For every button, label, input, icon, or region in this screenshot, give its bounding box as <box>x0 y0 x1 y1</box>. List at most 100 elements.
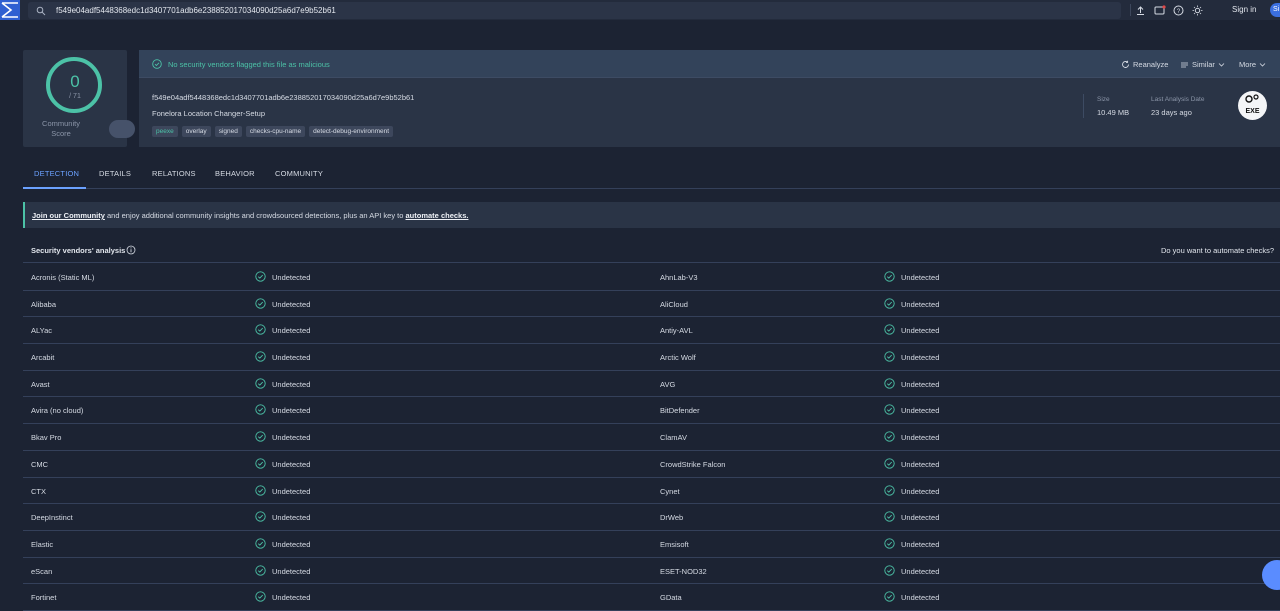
file-hash[interactable]: f549e04adf5448368edc1d3407701adb6e238852… <box>152 93 414 102</box>
vendor-name: ClamAV <box>660 433 687 443</box>
vendor-status: Undetected <box>272 593 311 603</box>
vendor-status: Undetected <box>901 433 940 443</box>
file-type-badge: EXE <box>1238 91 1267 120</box>
vendor-name: GData <box>660 593 682 603</box>
check-circle-icon <box>255 298 266 309</box>
vendor-name: Emsisoft <box>660 539 689 549</box>
vendor-status: Undetected <box>272 273 311 282</box>
vendor-name: Alibaba <box>31 299 57 309</box>
search-icon <box>36 6 46 15</box>
detection-total: / 71 <box>69 93 81 100</box>
tab-details[interactable]: DETAILS <box>99 169 131 178</box>
table-row: Elastic Undetected Emsisoft Undetected <box>23 531 1280 558</box>
join-community-link[interactable]: Join our Community <box>32 211 105 220</box>
check-circle-icon <box>884 511 895 522</box>
community-label-line2: Score <box>51 129 71 138</box>
vendor-status: Undetected <box>901 299 940 309</box>
join-community-text: Join our Community and enjoy additional … <box>32 211 468 220</box>
community-score-label: Community Score <box>35 119 87 139</box>
vendor-name: Bkav Pro <box>31 433 62 443</box>
vendor-status: Undetected <box>901 459 940 469</box>
vendor-status: Undetected <box>272 486 311 496</box>
automate-checks-link[interactable]: automate checks. <box>406 211 469 220</box>
check-circle-icon <box>884 324 895 336</box>
check-circle-icon <box>255 484 266 496</box>
search-bar[interactable]: f549e04adf5448368edc1d3407701adb6e238852… <box>28 2 1121 19</box>
check-circle-icon <box>884 351 895 362</box>
theme-toggle-icon[interactable] <box>1191 4 1204 17</box>
automate-checks-link[interactable]: Do you want to automate checks? <box>1161 246 1274 255</box>
active-tab-indicator <box>23 187 86 189</box>
table-row: CMC Undetected CrowdStrike Falcon Undetecte… <box>23 451 1280 478</box>
table-row: Bkav Pro Undetected ClamAV Undetected <box>23 424 1280 451</box>
tag-detect-debug-environment[interactable]: detect-debug-environment <box>309 126 394 137</box>
similar-label: Similar <box>1192 60 1215 69</box>
top-bar: f549e04adf5448368edc1d3407701adb6e238852… <box>0 0 1280 20</box>
tag-peexe[interactable]: peexe <box>152 126 178 137</box>
similar-dropdown[interactable]: Similar <box>1180 60 1225 69</box>
notifications-icon[interactable] <box>1153 4 1166 17</box>
toolbar-divider <box>1130 4 1131 16</box>
reanalyze-button[interactable]: Reanalyze <box>1121 60 1168 69</box>
check-circle-icon <box>255 431 266 442</box>
vendor-status: Undetected <box>901 353 940 363</box>
chevron-down-icon <box>1259 63 1266 67</box>
join-community-banner: Join our Community and enjoy additional … <box>23 202 1280 228</box>
community-vote-toggle[interactable] <box>109 120 135 138</box>
check-circle-icon <box>255 564 266 576</box>
tag-checks-cpu-name[interactable]: checks-cpu-name <box>245 126 306 137</box>
file-name: Fonelora Location Changer-Setup <box>152 109 265 118</box>
more-label: More <box>1239 60 1257 69</box>
vendor-status: Undetected <box>272 433 311 443</box>
check-circle-icon <box>255 378 266 389</box>
check-circle-icon <box>152 59 162 69</box>
table-row: ALYac Undetected Antiy-AVL Undetected <box>23 317 1280 345</box>
check-circle-icon <box>884 538 895 549</box>
upload-icon[interactable] <box>1134 4 1147 17</box>
vendor-name: AhnLab-V3 <box>660 273 698 282</box>
detection-count: 0 <box>70 72 80 91</box>
vendor-status: Undetected <box>272 513 311 523</box>
size-value: 10.49 MB <box>1097 108 1130 117</box>
vendor-name: eScan <box>31 566 53 576</box>
meta-divider <box>1083 94 1084 118</box>
check-circle-icon <box>255 404 266 416</box>
check-circle-icon <box>884 431 895 442</box>
vendor-name: ESET-NOD32 <box>660 566 707 576</box>
vendors-header: Security vendors' analysis Do you want t… <box>23 238 1280 263</box>
vendor-name: ALYac <box>31 326 52 336</box>
toolbar-icons: ? <box>1134 4 1204 17</box>
search-input[interactable]: f549e04adf5448368edc1d3407701adb6e238852… <box>56 6 336 15</box>
help-icon[interactable]: ? <box>1172 4 1185 17</box>
check-circle-icon <box>884 458 895 469</box>
sign-up-button[interactable]: Si <box>1270 3 1280 17</box>
tab-detection[interactable]: DETECTION <box>34 169 79 178</box>
check-circle-icon <box>255 591 266 602</box>
info-icon[interactable] <box>126 245 136 255</box>
sign-in-link[interactable]: Sign in <box>1232 5 1256 14</box>
tab-relations[interactable]: RELATIONS <box>152 169 196 178</box>
vendor-name: CTX <box>31 486 46 496</box>
tag-signed[interactable]: signed <box>214 126 242 137</box>
check-circle-icon <box>884 404 895 416</box>
file-tags: peexe overlay signed checks-cpu-name det… <box>152 126 394 137</box>
vendor-name: Arcabit <box>31 353 55 363</box>
virustotal-logo-icon[interactable] <box>0 0 20 20</box>
vendor-status: Undetected <box>901 486 940 496</box>
verdict-message: No security vendors flagged this file as… <box>168 60 330 69</box>
more-dropdown[interactable]: More <box>1239 60 1266 69</box>
vendor-name: CrowdStrike Falcon <box>660 459 726 469</box>
chevron-down-icon <box>1218 63 1225 67</box>
table-row: Arcabit Undetected Arctic Wolf Undetected <box>23 344 1280 371</box>
vendor-status: Undetected <box>272 379 311 389</box>
vendor-status: Undetected <box>901 273 940 282</box>
last-analysis-value: 23 days ago <box>1151 108 1192 117</box>
tab-community[interactable]: COMMUNITY <box>275 169 323 178</box>
check-circle-icon <box>255 351 266 362</box>
vendor-name: AliCloud <box>660 299 688 309</box>
vendor-status: Undetected <box>901 326 940 336</box>
tab-behavior[interactable]: BEHAVIOR <box>215 169 255 178</box>
tag-overlay[interactable]: overlay <box>181 126 211 137</box>
check-circle-icon <box>255 511 266 522</box>
vendor-name: DeepInstinct <box>31 513 73 523</box>
